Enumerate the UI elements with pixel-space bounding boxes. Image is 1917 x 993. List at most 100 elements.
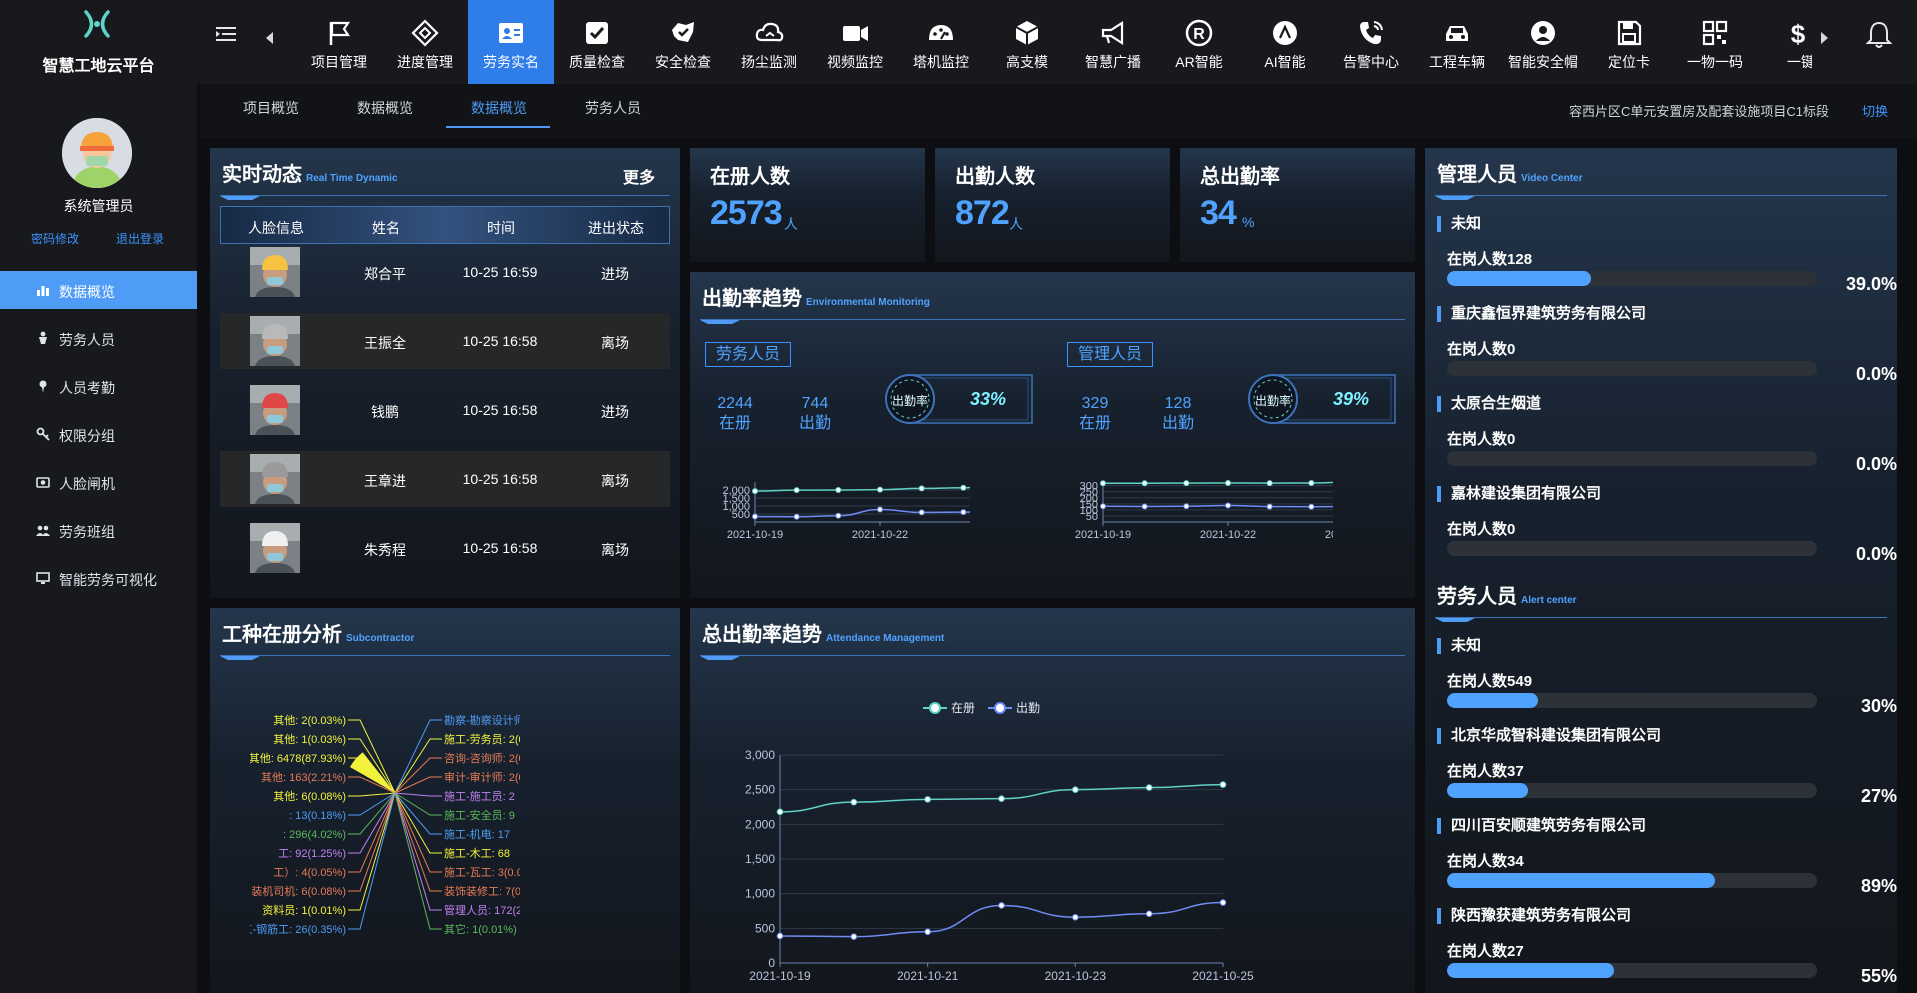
progress-fill — [1447, 783, 1529, 798]
laborers-item: 未知 在岗人数549 30% — [1437, 638, 1897, 718]
on-duty-count: 在岗人数27 — [1447, 943, 1524, 960]
sidebar-item-label: 智能劳务可视化 — [59, 572, 157, 588]
nav-item-8[interactable]: 高支模 — [984, 0, 1070, 84]
legend-marker[interactable] — [994, 702, 1006, 714]
sidebar-item-0[interactable]: 数据概览 — [0, 271, 197, 309]
nav-label: 定位卡 — [1608, 54, 1650, 70]
nav-item-12[interactable]: 告警中心 — [1328, 0, 1414, 84]
stat-unit: % — [1242, 214, 1255, 230]
data-point — [1145, 784, 1153, 791]
nav-item-16[interactable]: 一物一码 — [1672, 0, 1758, 84]
on-duty-count: 在岗人数37 — [1447, 763, 1524, 780]
nav-item-13[interactable]: 工程车辆 — [1414, 0, 1500, 84]
megaphone-icon — [1101, 20, 1124, 46]
logo-icon — [84, 10, 110, 38]
pie-label: 其他: 163(2.21%) — [261, 771, 346, 784]
nav-label: 视频监控 — [827, 54, 883, 70]
table-row[interactable]: 钱鹏 10-25 16:58 进场 — [220, 382, 670, 438]
sidebar-item-label: 数据概览 — [59, 284, 115, 300]
data-point — [1141, 503, 1148, 510]
table-row[interactable]: 王振全 10-25 16:58 离场 — [220, 313, 670, 369]
data-point — [998, 795, 1005, 802]
nav-scroll-right-icon[interactable] — [1821, 32, 1828, 44]
checkbox-icon — [586, 22, 608, 44]
avatar[interactable] — [62, 118, 132, 188]
y-tick-label: 2,000 — [722, 485, 750, 497]
series-line-0 — [1103, 481, 1333, 484]
data-point — [793, 513, 800, 520]
sidebar-item-2[interactable]: 人员考勤 — [0, 367, 197, 405]
nav-item-7[interactable]: 塔机监控 — [898, 0, 984, 84]
title-divider — [1435, 617, 1887, 623]
nav-label: 进度管理 — [397, 54, 453, 70]
nav-label: 劳务实名 — [483, 54, 539, 70]
tab-data-overview-1[interactable]: 数据概览 — [357, 98, 413, 118]
users-icon — [36, 525, 50, 536]
nav-label: 质量检查 — [569, 54, 625, 70]
labor-trend-chart: 5001,0001,5002,0002021-10-192021-10-2220… — [722, 482, 970, 541]
realtime-title: 实时动态 Real Time Dynamic — [222, 164, 398, 186]
tab-data-overview-2[interactable]: 数据概览 — [471, 98, 527, 118]
change-password-link[interactable]: 密码修改 — [31, 230, 79, 247]
data-point — [752, 488, 758, 495]
nav-item-11[interactable]: AI智能 — [1242, 0, 1328, 84]
nav-item-4[interactable]: 安全检查 — [640, 0, 726, 84]
logout-link[interactable]: 退出登录 — [116, 230, 164, 247]
sidebar-item-1[interactable]: 劳务人员 — [0, 319, 197, 357]
y-tick-label: 0 — [768, 956, 775, 970]
legend-label[interactable]: 出勤 — [1016, 701, 1040, 715]
nav-label: 安全检查 — [655, 54, 711, 70]
switch-project-link[interactable]: 切换 — [1862, 101, 1888, 120]
nav-item-15[interactable]: 定位卡 — [1586, 0, 1672, 84]
sidebar-item-5[interactable]: 劳务班组 — [0, 511, 197, 549]
nav-item-10[interactable]: R AR智能 — [1156, 0, 1242, 84]
nav-item-5[interactable]: 扬尘监测 — [726, 0, 812, 84]
svg-text:R: R — [1193, 26, 1205, 43]
tab-laborers[interactable]: 劳务人员 — [585, 98, 641, 118]
data-point — [1100, 503, 1106, 510]
percent-value: 39.0% — [1845, 274, 1897, 294]
pie-label: 其它: 1(0.01%) — [444, 922, 517, 936]
rate-label: 出勤率 — [1254, 394, 1291, 408]
face-photo — [250, 385, 300, 435]
brand-logo[interactable]: 智慧工地云平台 — [0, 0, 197, 84]
column-face: 人脸信息 — [248, 220, 304, 236]
data-point — [1219, 781, 1227, 788]
table-row[interactable]: 王章进 10-25 16:58 离场 — [220, 451, 670, 507]
nav-item-0[interactable]: 项目管理 — [296, 0, 382, 84]
nav-item-6[interactable]: 视频监控 — [812, 0, 898, 84]
nav-item-17[interactable]: $ 一键 — [1758, 0, 1812, 84]
table-row[interactable]: 郑合平 10-25 16:59 进场 — [220, 244, 670, 300]
stat-title: 总出勤率 — [1200, 166, 1280, 188]
pin-icon — [39, 380, 47, 393]
nav-item-1[interactable]: 进度管理 — [382, 0, 468, 84]
laborers-item: 陕西豫获建筑劳务有限公司 在岗人数27 55% — [1437, 908, 1897, 988]
bell-icon[interactable] — [1865, 20, 1893, 50]
percent-value: 0.0% — [1855, 364, 1897, 384]
pie-label: 施工-瓦工: 3(0.04%) — [444, 866, 542, 879]
worktype-pie-chart: 其他: 2(0.03%) 其他: 1(0.03%) 其他: 6478(87.93%)… — [250, 713, 542, 936]
sidebar-item-6[interactable]: 智能劳务可视化 — [0, 559, 197, 597]
more-link[interactable]: 更多 — [623, 164, 655, 188]
sidebar-item-4[interactable]: 人脸闸机 — [0, 463, 197, 501]
menu-toggle-icon[interactable] — [214, 22, 238, 46]
managers-item: 重庆鑫恒界建筑劳务有限公司 在岗人数0 0.0% — [1437, 306, 1897, 386]
on-duty-count: 在岗人数0 — [1447, 521, 1516, 538]
manager-present: 128 出勤 — [1161, 395, 1194, 432]
nav-item-2[interactable]: 劳务实名 — [468, 0, 554, 84]
face-photo — [250, 454, 300, 504]
legend-label[interactable]: 在册 — [951, 701, 975, 715]
nav-scroll-left-icon[interactable] — [266, 32, 273, 44]
table-row[interactable]: 朱秀程 10-25 16:58 离场 — [220, 520, 670, 576]
tab-project-overview[interactable]: 项目概览 — [243, 98, 299, 118]
nav-item-3[interactable]: 质量检查 — [554, 0, 640, 84]
stat-unit: 人 — [1009, 216, 1023, 232]
worktype-panel: 工种在册分析 Subcontractor 其他: 2(0.03%) 其他: 1(0.… — [210, 608, 680, 993]
nav-item-9[interactable]: 智慧广播 — [1070, 0, 1156, 84]
nav-item-14[interactable]: 智能安全帽 — [1500, 0, 1586, 84]
sidebar-item-3[interactable]: 权限分组 — [0, 415, 197, 453]
data-point — [850, 798, 858, 806]
sidebar-item-label: 人脸闸机 — [59, 476, 115, 492]
legend-marker[interactable] — [929, 702, 941, 714]
data-point — [1072, 913, 1079, 921]
